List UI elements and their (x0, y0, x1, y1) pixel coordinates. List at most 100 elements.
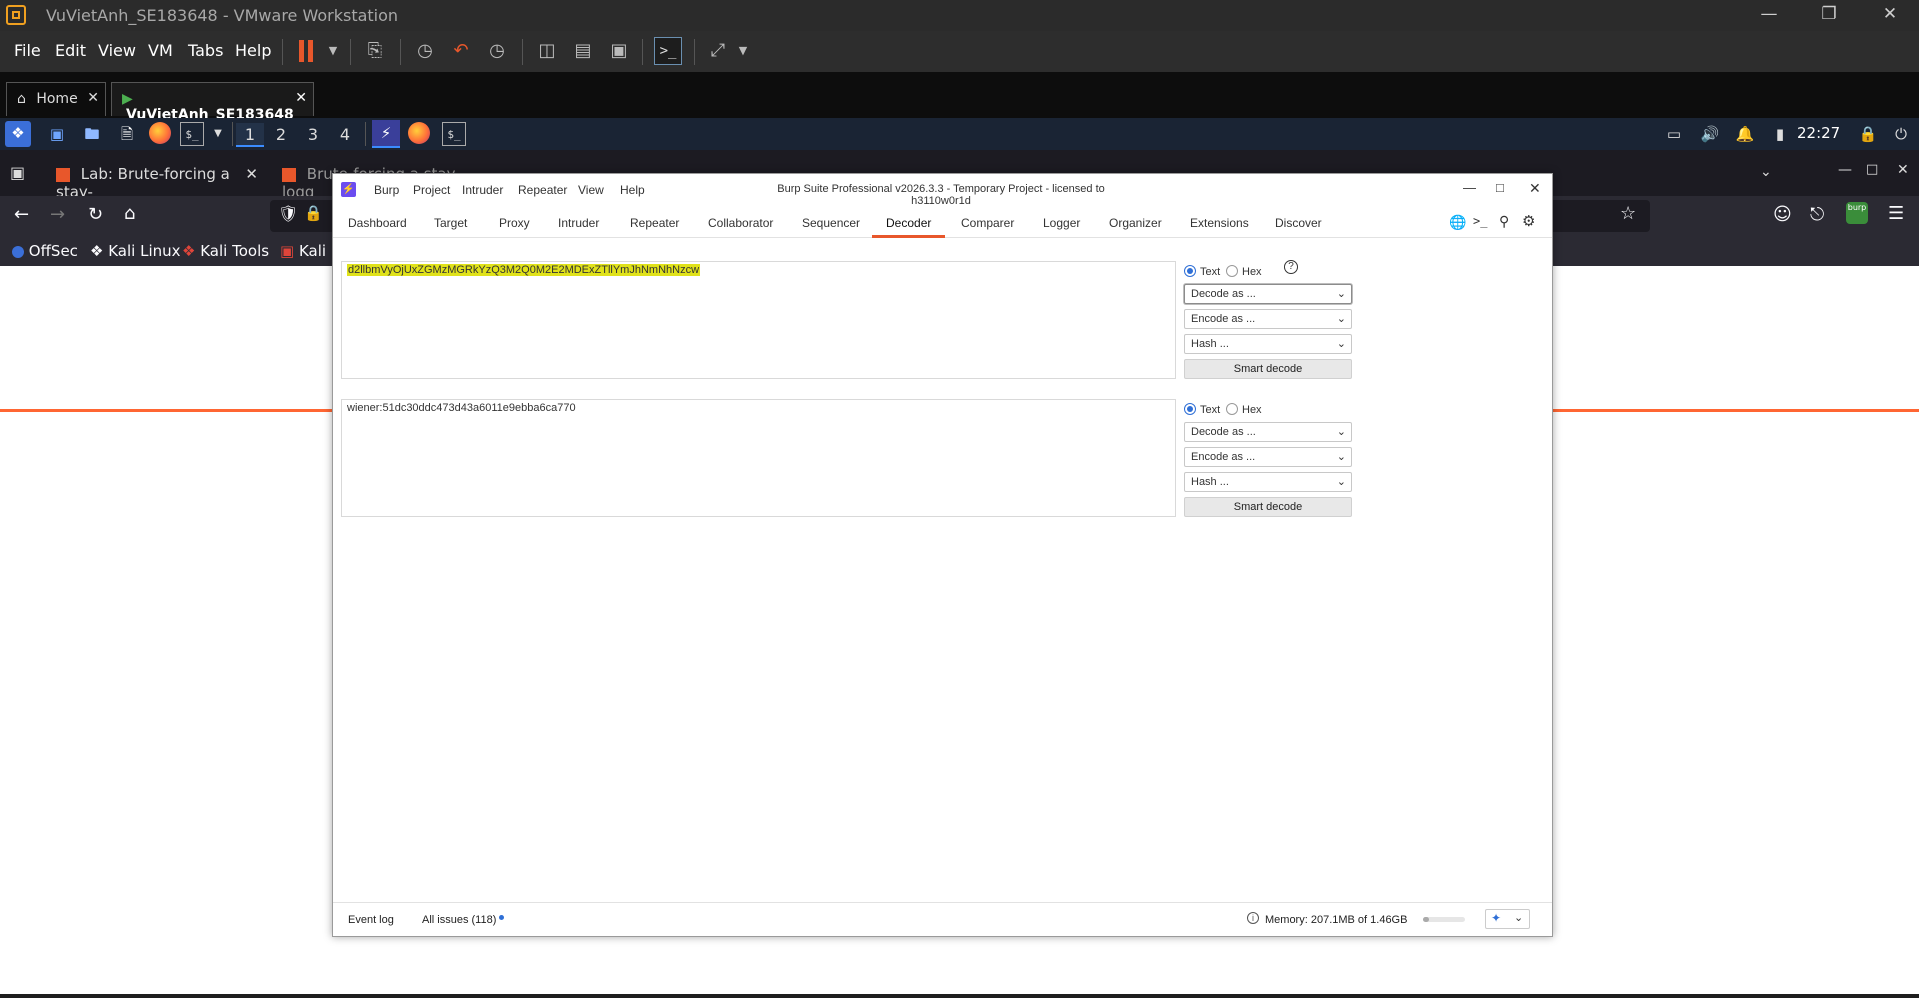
command-icon[interactable]: >_ (1473, 214, 1487, 228)
burp-menu-burp[interactable]: Burp (374, 183, 399, 197)
menu-view[interactable]: View (98, 41, 136, 60)
burp-menu-repeater[interactable]: Repeater (518, 183, 567, 197)
terminal-taskbar-icon[interactable]: $_ (442, 122, 466, 146)
globe-icon[interactable]: 🌐 (1449, 214, 1466, 231)
menu-vm[interactable]: VM (148, 41, 173, 60)
workspace-4[interactable]: 4 (332, 123, 358, 147)
minimize-button[interactable]: — (1754, 4, 1784, 26)
decode-as-dropdown-1[interactable]: Decode as ... ⌄ (1184, 284, 1352, 304)
bookmark-kali-tools[interactable]: ❖ Kali Tools (182, 242, 269, 260)
bookmark-star-icon[interactable]: ☆ (1620, 203, 1636, 224)
tab-overview-icon[interactable]: ▣ (10, 163, 25, 182)
thumbnail-bar-icon[interactable]: ▤ (570, 38, 596, 64)
sidebar-toggle-icon[interactable]: ◫ (534, 38, 560, 64)
decoder-text-2[interactable]: wiener:51dc30ddc473d43a6011e9ebba6ca770 (347, 402, 576, 414)
maximize-browser-button[interactable]: □ (1866, 162, 1878, 177)
hash-dropdown-2[interactable]: Hash ... ⌄ (1184, 472, 1352, 492)
extensions-icon[interactable]: ⎋ (1810, 204, 1824, 225)
tab-dashboard[interactable]: Dashboard (348, 216, 407, 230)
decode-as-dropdown-2[interactable]: Decode as ... ⌄ (1184, 422, 1352, 442)
console-view-icon[interactable]: >_ (654, 37, 682, 65)
shield-icon[interactable]: 🛡 (278, 204, 298, 223)
tab-vm[interactable]: ▶ VuVietAnh_SE183648 ✕ (111, 82, 314, 123)
smart-decode-button-2[interactable]: Smart decode (1184, 497, 1352, 517)
close-icon[interactable]: ✕ (245, 165, 258, 183)
burp-menu-help[interactable]: Help (620, 183, 645, 197)
tab-decoder[interactable]: Decoder (886, 216, 931, 230)
tab-organizer[interactable]: Organizer (1109, 216, 1162, 230)
close-burp-button[interactable]: ✕ (1529, 180, 1541, 197)
ai-assistant-button[interactable]: ✦ ⌄ (1485, 909, 1530, 929)
workspace-3[interactable]: 3 (300, 123, 326, 147)
workspace-2[interactable]: 2 (268, 123, 294, 147)
terminal-icon[interactable]: $_ (180, 122, 204, 146)
close-browser-button[interactable]: ✕ (1897, 162, 1909, 178)
smart-decode-button-1[interactable]: Smart decode (1184, 359, 1352, 379)
tab-discover[interactable]: Discover (1275, 216, 1322, 230)
display-icon[interactable]: ▭ (1662, 122, 1686, 146)
burp-menu-project[interactable]: Project (413, 183, 450, 197)
fit-guest-icon[interactable]: ▣ (606, 38, 632, 64)
bookmark-offsec[interactable]: OffSec (12, 242, 78, 260)
file-manager-icon[interactable]: 🖿 (80, 122, 104, 146)
menu-edit[interactable]: Edit (55, 41, 86, 60)
pause-icon[interactable] (297, 40, 315, 62)
kali-menu-icon[interactable]: ❖ (5, 121, 31, 147)
close-icon[interactable]: ✕ (295, 90, 307, 106)
tab-proxy[interactable]: Proxy (499, 216, 530, 230)
help-icon[interactable]: ? (1284, 260, 1298, 274)
chevron-down-icon[interactable]: ▼ (730, 38, 756, 64)
send-keys-icon[interactable]: ⎘ (362, 38, 388, 64)
tab-target[interactable]: Target (434, 216, 467, 230)
firefox-icon[interactable] (149, 122, 173, 146)
text-mode-radio-2[interactable]: Text (1184, 400, 1220, 418)
tab-collaborator[interactable]: Collaborator (708, 216, 773, 230)
lock-icon[interactable]: 🔒 (304, 204, 323, 222)
maximize-burp-button[interactable]: □ (1496, 180, 1504, 195)
snapshot-icon[interactable]: ◷ (412, 38, 438, 64)
account-icon[interactable]: ☺ (1773, 204, 1792, 225)
tab-comparer[interactable]: Comparer (961, 216, 1014, 230)
encode-as-dropdown-1[interactable]: Encode as ... ⌄ (1184, 309, 1352, 329)
tab-extensions[interactable]: Extensions (1190, 216, 1249, 230)
chevron-down-icon[interactable]: ⌄ (1760, 164, 1772, 180)
settings-gear-icon[interactable]: ⚙ (1522, 212, 1535, 230)
menu-hamburger-icon[interactable]: ☰ (1888, 203, 1904, 224)
hex-mode-radio-1[interactable]: Hex (1226, 262, 1262, 280)
workspace-1[interactable]: 1 (236, 123, 264, 147)
show-desktop-icon[interactable]: ▣ (45, 122, 69, 146)
tab-intruder[interactable]: Intruder (558, 216, 599, 230)
bookmark-kali-linux[interactable]: ❖ Kali Linux (90, 242, 181, 260)
decoder-input-panel-1[interactable]: d2llbmVyOjUxZGMzMGRkYzQ3M2Q0M2E2MDExZTll… (341, 261, 1176, 379)
search-icon[interactable]: ⚲ (1499, 213, 1509, 230)
burp-menu-intruder[interactable]: Intruder (462, 183, 503, 197)
hex-mode-radio-2[interactable]: Hex (1226, 400, 1262, 418)
home-icon[interactable]: ⌂ (124, 203, 135, 224)
back-icon[interactable]: ← (14, 204, 29, 225)
tab-logger[interactable]: Logger (1043, 216, 1080, 230)
all-issues-button[interactable]: All issues (118) (422, 914, 505, 926)
menu-file[interactable]: File (14, 41, 41, 60)
snapshot-manager-icon[interactable]: ◷ (484, 38, 510, 64)
clock[interactable]: 22:27 (1797, 124, 1840, 142)
restore-button[interactable]: ❐ (1814, 4, 1844, 26)
tab-repeater[interactable]: Repeater (630, 216, 679, 230)
revert-snapshot-icon[interactable]: ↶ (448, 38, 474, 64)
fullscreen-icon[interactable]: ⤢ (705, 38, 731, 64)
hash-dropdown-1[interactable]: Hash ... ⌄ (1184, 334, 1352, 354)
close-icon[interactable]: ✕ (87, 90, 99, 106)
chevron-down-icon[interactable]: ▼ (320, 38, 346, 64)
reload-icon[interactable]: ↻ (88, 204, 103, 225)
forward-icon[interactable]: → (50, 204, 65, 225)
firefox-taskbar-icon[interactable] (408, 122, 432, 146)
volume-icon[interactable]: 🔊 (1698, 122, 1722, 146)
burp-menu-view[interactable]: View (578, 183, 604, 197)
burp-extension-icon[interactable]: burp (1846, 202, 1868, 224)
decoder-input-panel-2[interactable]: wiener:51dc30ddc473d43a6011e9ebba6ca770 (341, 399, 1176, 517)
event-log-button[interactable]: Event log (348, 914, 394, 926)
power-icon[interactable]: ⏻ (1889, 122, 1913, 146)
tab-home[interactable]: ⌂ Home ✕ (6, 82, 106, 116)
decoder-text-1[interactable]: d2llbmVyOjUxZGMzMGRkYzQ3M2Q0M2E2MDExZTll… (347, 264, 701, 276)
text-editor-icon[interactable]: 🗎 (115, 122, 139, 146)
notification-bell-icon[interactable]: 🔔 (1733, 122, 1757, 146)
